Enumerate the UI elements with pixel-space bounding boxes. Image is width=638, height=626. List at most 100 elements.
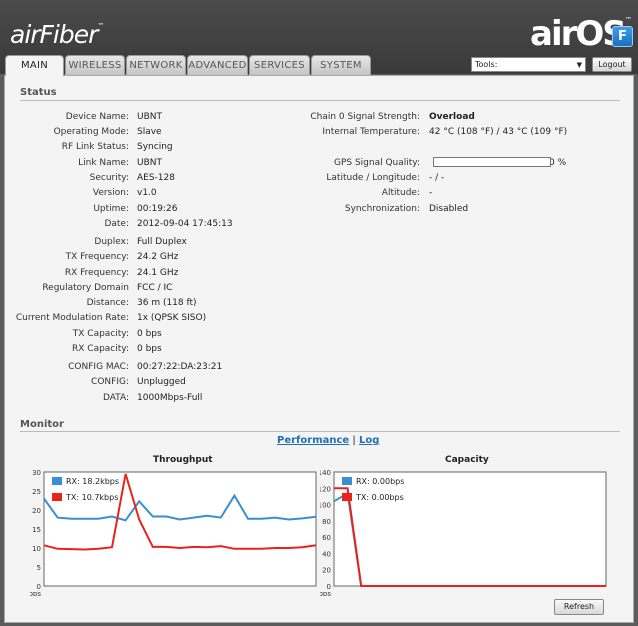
- status-label: Chain 0 Signal Strength:: [310, 112, 420, 122]
- tools-select[interactable]: Tools: ▼: [471, 57, 586, 72]
- status-row: Distance: 36 m (118 ft): [5, 298, 305, 310]
- status-row: TX Frequency: 24.2 GHz: [5, 252, 305, 264]
- status-row: Synchronization: Disabled: [5, 204, 635, 216]
- status-label: Latitude / Longitude:: [326, 173, 420, 183]
- legend-label: TX: 0.00bps: [355, 493, 404, 502]
- status-row: Chain 0 Signal Strength: Overload: [5, 112, 635, 124]
- log-link[interactable]: Log: [359, 435, 379, 446]
- capacity-chart: 020406080100120140MbpsRX: 0.00bpsTX: 0.0…: [320, 469, 607, 596]
- status-value: Syncing: [137, 142, 173, 152]
- tab-network[interactable]: NETWORK: [126, 55, 186, 75]
- legend-label: RX: 0.00bps: [356, 477, 404, 486]
- status-row: Current Modulation Rate: 1x (QPSK SISO): [5, 313, 305, 325]
- status-value: 00:27:22:DA:23:21: [137, 362, 223, 372]
- status-value: 0 %: [549, 158, 567, 168]
- status-row: CONFIG MAC: 00:27:22:DA:23:21: [5, 362, 305, 374]
- status-value: 1000Mbps-Full: [137, 393, 203, 403]
- throughput-chart: 051015202530kbpsRX: 18.2kbpsTX: 10.7kbps: [30, 469, 317, 596]
- y-tick-label: 30: [32, 469, 41, 477]
- airfiber-badge-icon: F: [612, 26, 633, 47]
- status-row: TX Capacity: 0 bps: [5, 329, 305, 341]
- y-tick-label: 25: [32, 488, 41, 496]
- status-value: - / -: [429, 173, 445, 183]
- status-row: CONFIG: Unplugged: [5, 377, 305, 389]
- refresh-button[interactable]: Refresh: [554, 599, 604, 615]
- status-section-title: Status: [20, 87, 57, 98]
- status-label: RX Frequency:: [64, 268, 129, 278]
- status-row: Regulatory Domain FCC / IC: [5, 283, 305, 295]
- status-value: 36 m (118 ft): [137, 298, 197, 308]
- y-axis-unit: kbps: [30, 590, 41, 596]
- status-label: RF Link Status:: [61, 142, 129, 152]
- y-tick-label: 20: [32, 507, 41, 515]
- chevron-down-icon: ▼: [576, 61, 582, 69]
- status-row: Latitude / Longitude: - / -: [5, 173, 635, 185]
- status-label: GPS Signal Quality:: [333, 158, 420, 168]
- status-row: RX Capacity: 0 bps: [5, 344, 305, 356]
- status-value: 1x (QPSK SISO): [137, 313, 207, 323]
- monitor-links: Performance | Log: [277, 435, 379, 446]
- status-label: Regulatory Domain: [42, 283, 129, 293]
- y-tick-label: 10: [32, 545, 41, 553]
- tab-system[interactable]: SYSTEM: [311, 55, 371, 75]
- legend-label: TX: 10.7kbps: [65, 493, 118, 502]
- status-label: TX Frequency:: [65, 252, 129, 262]
- status-value: 0 bps: [137, 329, 162, 339]
- status-value: Disabled: [429, 204, 469, 214]
- tab-wireless[interactable]: WIRELESS: [65, 55, 125, 75]
- y-tick-label: 5: [37, 564, 41, 572]
- monitor-section-title: Monitor: [20, 419, 64, 430]
- plot-area: [333, 471, 607, 587]
- y-tick-label: 100: [320, 502, 331, 510]
- legend-swatch: [52, 493, 62, 501]
- status-row: Duplex: Full Duplex: [5, 237, 305, 249]
- legend-swatch: [342, 477, 352, 485]
- status-row: Internal Temperature: 42 °C (108 °F) / 43…: [5, 127, 635, 139]
- y-tick-label: 140: [320, 469, 331, 477]
- tab-advanced[interactable]: ADVANCED: [187, 55, 248, 75]
- status-label: CONFIG MAC:: [68, 362, 129, 372]
- throughput-chart-title: Throughput: [153, 455, 213, 465]
- status-label: Current Modulation Rate:: [15, 313, 129, 323]
- status-row: DATA: 1000Mbps-Full: [5, 393, 305, 405]
- status-label: Distance:: [86, 298, 129, 308]
- logout-button[interactable]: Logout: [592, 57, 632, 72]
- status-value: Unplugged: [137, 377, 186, 387]
- status-value: FCC / IC: [137, 283, 173, 293]
- signal-strength-value: Overload: [429, 112, 475, 122]
- y-tick-label: 60: [322, 534, 331, 542]
- status-label: Internal Temperature:: [322, 127, 420, 137]
- capacity-chart-title: Capacity: [445, 455, 489, 465]
- status-value: 0 bps: [137, 344, 162, 354]
- y-tick-label: 20: [322, 567, 331, 575]
- legend-swatch: [52, 477, 62, 485]
- tab-main[interactable]: MAIN: [5, 55, 64, 76]
- y-axis-unit: Mbps: [320, 590, 331, 596]
- tab-services[interactable]: SERVICES: [249, 55, 310, 75]
- status-label: Duplex:: [94, 237, 129, 247]
- status-divider: [20, 100, 620, 101]
- status-label: CONFIG:: [91, 377, 129, 387]
- y-tick-label: 80: [322, 518, 331, 526]
- status-value: 42 °C (108 °F) / 43 °C (109 °F): [429, 127, 568, 137]
- status-label: Synchronization:: [344, 204, 420, 214]
- status-label: RX Capacity:: [72, 344, 129, 354]
- airfiber-logo: airFiber™: [10, 20, 104, 49]
- gps-quality-bar: [433, 157, 551, 167]
- status-value: 2012-09-04 17:45:13: [137, 219, 233, 229]
- y-tick-label: 15: [32, 526, 41, 534]
- performance-link[interactable]: Performance: [277, 435, 349, 446]
- monitor-divider: [20, 431, 620, 432]
- legend-label: RX: 18.2kbps: [66, 477, 119, 486]
- status-row: RF Link Status: Syncing: [5, 142, 305, 154]
- status-value: -: [429, 188, 433, 198]
- status-row: Date: 2012-09-04 17:45:13: [5, 219, 305, 231]
- status-value: 24.2 GHz: [137, 252, 179, 262]
- status-label: TX Capacity:: [72, 329, 129, 339]
- status-row: RX Frequency: 24.1 GHz: [5, 268, 305, 280]
- tools-select-value: Tools:: [475, 60, 498, 69]
- status-label: Date:: [104, 219, 129, 229]
- y-tick-label: 40: [322, 550, 331, 558]
- plot-area: [43, 471, 317, 587]
- status-label: Altitude:: [381, 188, 420, 198]
